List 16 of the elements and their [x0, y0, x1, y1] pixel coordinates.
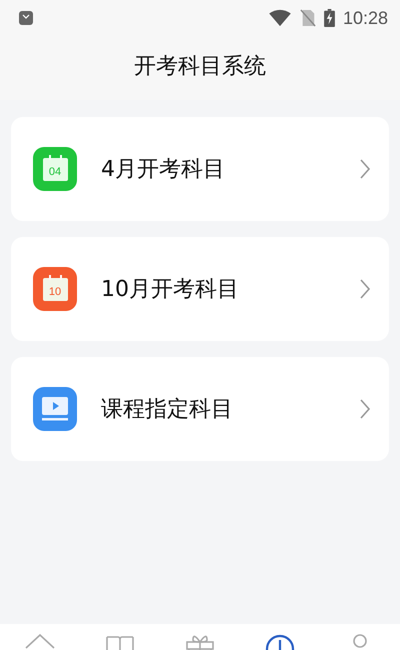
menu-label: 10月开考科目 — [101, 276, 240, 304]
calendar-icon: 10 — [33, 267, 77, 311]
menu-card[interactable]: 10 10月开考科目 — [11, 237, 389, 341]
calendar-icon: 04 — [33, 147, 77, 191]
chevron-right-icon — [359, 278, 371, 300]
battery-charging-icon — [324, 9, 335, 27]
chevron-right-icon — [359, 398, 371, 420]
wifi-icon — [268, 9, 292, 27]
clock-time: 10:28 — [342, 8, 388, 28]
menu-card[interactable]: 04 4月开考科目 — [11, 117, 389, 221]
app-icon — [18, 10, 34, 26]
menu-card[interactable]: 课程指定科目 — [11, 357, 389, 461]
no-sim-icon — [300, 9, 316, 27]
chevron-right-icon — [359, 158, 371, 180]
menu-label: 课程指定科目 — [101, 396, 234, 424]
menu-label: 4月开考科目 — [101, 156, 226, 184]
